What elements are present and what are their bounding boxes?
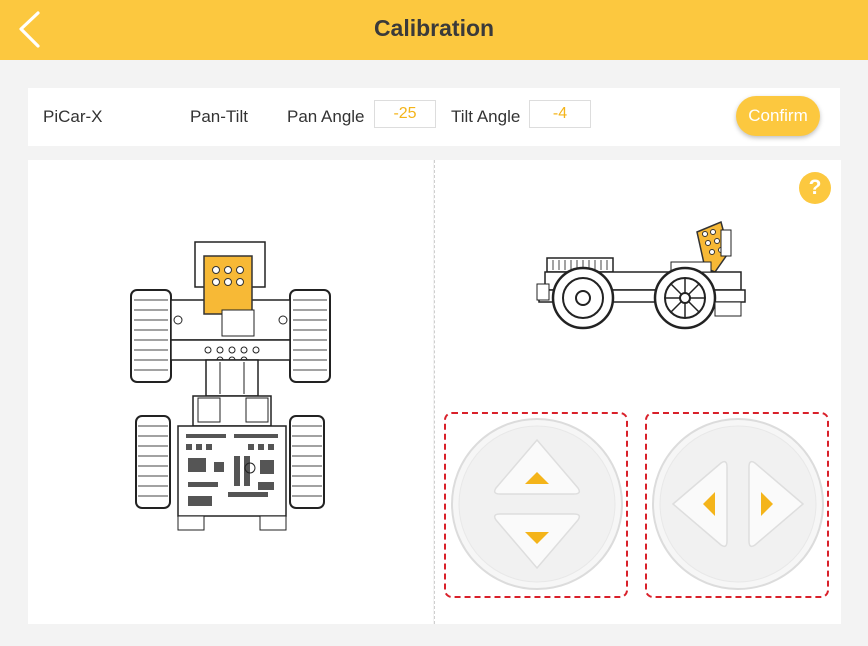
car-top-view-illustration — [130, 241, 331, 531]
pan-angle-label: Pan Angle — [287, 107, 365, 126]
calibration-settings-bar: PiCar-X Pan-Tilt Pan Angle Tilt Angle Co… — [28, 88, 840, 146]
confirm-button[interactable]: Confirm — [736, 96, 820, 136]
pan-angle-input[interactable] — [374, 100, 436, 128]
car-side-view-panel: ? — [434, 160, 841, 624]
car-side-view-illustration — [536, 220, 746, 330]
tilt-control-pad — [444, 412, 628, 598]
car-top-view-panel — [28, 160, 433, 624]
page-title: Calibration — [373, 15, 495, 41]
part-name: Pan-Tilt — [190, 107, 248, 126]
tilt-angle-input[interactable] — [529, 100, 591, 128]
tilt-angle-label: Tilt Angle — [451, 107, 521, 126]
pan-control-pad — [645, 412, 829, 598]
model-name: PiCar-X — [43, 107, 103, 126]
header-bar: Calibration — [0, 0, 868, 60]
